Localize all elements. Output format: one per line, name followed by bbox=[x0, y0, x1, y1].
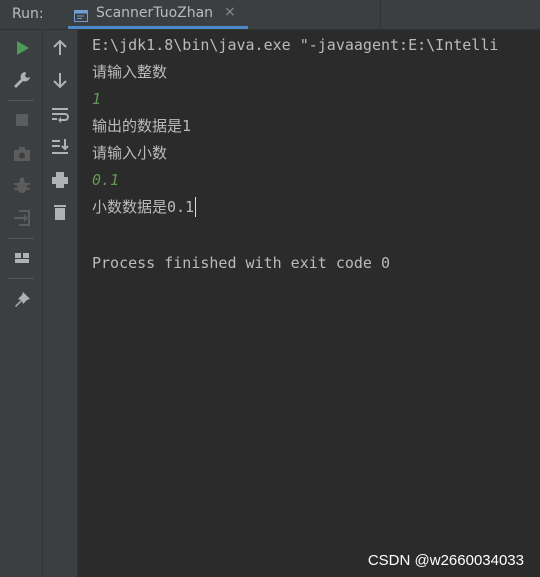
run-tool-window-header: Run: ScannerTuoZhan × bbox=[0, 0, 540, 30]
run-icon[interactable] bbox=[10, 36, 34, 60]
run-actions-toolbar bbox=[0, 30, 43, 577]
toolbar-separator bbox=[8, 278, 34, 279]
console-line-prompt-decimal: 请输入小数 bbox=[92, 144, 168, 162]
toolbar-separator bbox=[8, 100, 34, 101]
debug-icon[interactable] bbox=[10, 174, 34, 198]
tab-title: ScannerTuoZhan bbox=[96, 5, 214, 21]
soft-wrap-icon[interactable] bbox=[48, 102, 72, 126]
console-output[interactable]: E:\jdk1.8\bin\java.exe "-javaagent:E:\In… bbox=[78, 30, 540, 577]
stop-icon[interactable] bbox=[10, 108, 34, 132]
toolbar-separator bbox=[8, 238, 34, 239]
run-label: Run: bbox=[12, 6, 44, 22]
console-line-output-decimal: 小数数据是0.1 bbox=[92, 197, 197, 217]
wrench-icon[interactable] bbox=[10, 68, 34, 92]
console-line-user-input-int: 1 bbox=[92, 90, 102, 108]
scroll-to-end-icon[interactable] bbox=[48, 134, 72, 158]
tab-scanner-tuo-zhan[interactable]: ScannerTuoZhan × bbox=[68, 0, 248, 29]
exit-icon[interactable] bbox=[10, 206, 34, 230]
console-actions-toolbar bbox=[43, 30, 78, 577]
console-window-icon bbox=[74, 7, 88, 22]
console-line-command: E:\jdk1.8\bin\java.exe "-javaagent:E:\In… bbox=[92, 36, 499, 54]
print-icon[interactable] bbox=[48, 168, 72, 192]
console-line-user-input-decimal: 0.1 bbox=[92, 171, 120, 189]
console-line-output-decimal-text: 小数数据是0.1 bbox=[92, 198, 195, 216]
active-tab-indicator bbox=[68, 26, 248, 29]
arrow-down-icon[interactable] bbox=[48, 68, 72, 92]
pin-icon[interactable] bbox=[10, 288, 34, 312]
camera-icon[interactable] bbox=[10, 142, 34, 166]
arrow-up-icon[interactable] bbox=[48, 36, 72, 60]
toolbar-divider bbox=[380, 0, 381, 29]
trash-icon[interactable] bbox=[48, 200, 72, 224]
close-icon[interactable]: × bbox=[224, 4, 236, 20]
console-line-process-finished: Process finished with exit code 0 bbox=[92, 254, 391, 272]
console-line-prompt-int: 请输入整数 bbox=[92, 63, 168, 81]
watermark: CSDN @w2660034033 bbox=[367, 552, 524, 569]
layout-icon[interactable] bbox=[10, 246, 34, 270]
text-caret bbox=[195, 197, 197, 217]
console-line-output-int: 输出的数据是1 bbox=[92, 117, 192, 135]
